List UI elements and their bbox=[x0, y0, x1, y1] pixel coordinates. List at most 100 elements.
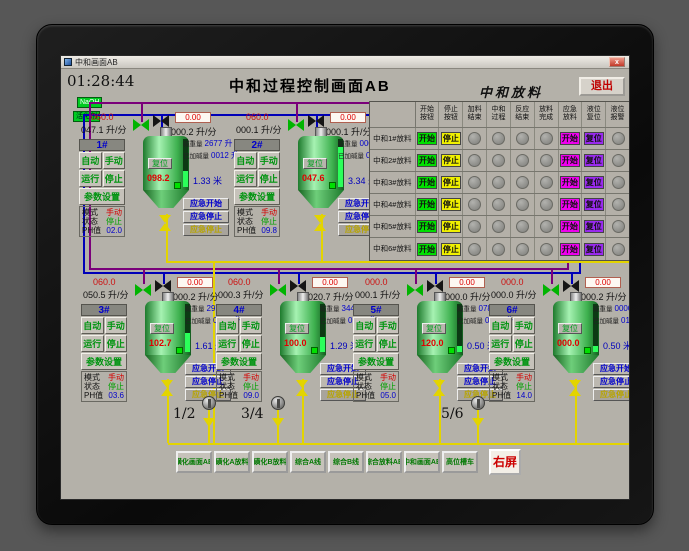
pipe-segment bbox=[629, 261, 630, 443]
params-button[interactable]: 参数设置 bbox=[234, 188, 280, 205]
manual-button[interactable]: 手动 bbox=[512, 317, 535, 334]
stop-button[interactable]: 停止 bbox=[440, 132, 461, 145]
manual-button[interactable]: 手动 bbox=[239, 317, 262, 334]
emergency-discharge-button[interactable]: 开始 bbox=[559, 132, 580, 145]
unit-id-label: 4# bbox=[216, 304, 262, 316]
unit-id-label: 6# bbox=[489, 304, 535, 316]
start-button[interactable]: 开始 bbox=[417, 176, 438, 189]
tank-reset-button[interactable]: 复位 bbox=[148, 158, 172, 169]
params-button[interactable]: 参数设置 bbox=[489, 353, 535, 370]
emergency-controls: 应急开始 应急停止 应急停止 bbox=[593, 363, 629, 402]
run-button[interactable]: 运行 bbox=[81, 335, 104, 352]
nav-button[interactable]: 磺化A放料 bbox=[214, 451, 250, 473]
close-icon[interactable]: x bbox=[609, 57, 625, 67]
feed-valve-icon bbox=[407, 284, 423, 296]
start-button[interactable]: 开始 bbox=[417, 198, 438, 211]
run-button[interactable]: 运行 bbox=[489, 335, 512, 352]
unit-status-box: 模式 手动 状态 停止 PH值 14.0 bbox=[489, 371, 535, 402]
table-column-header: 放料完成 bbox=[535, 102, 559, 127]
tank-reset-button[interactable]: 复位 bbox=[285, 323, 309, 334]
params-button[interactable]: 参数设置 bbox=[79, 188, 125, 205]
alkali-total-label: 碱重量 bbox=[183, 141, 203, 148]
stop-button[interactable]: 停止 bbox=[440, 198, 461, 211]
stop-button[interactable]: 停止 bbox=[104, 335, 127, 352]
emergency-controls: 应急开始 应急停止 应急停止 bbox=[183, 198, 229, 237]
unit-status-box: 模式 手动 状态 停止 PH值 09.8 bbox=[234, 206, 280, 237]
emergency-start-button[interactable]: 应急开始 bbox=[183, 198, 229, 210]
table-column-header: 应急放料 bbox=[559, 102, 583, 127]
manual-button[interactable]: 手动 bbox=[104, 317, 127, 334]
run-button[interactable]: 运行 bbox=[79, 170, 102, 187]
start-button[interactable]: 开始 bbox=[417, 132, 438, 145]
nav-button[interactable]: 磺化B放料 bbox=[252, 451, 288, 473]
level-reset-button[interactable]: 复位 bbox=[583, 132, 604, 145]
stop-button[interactable]: 停止 bbox=[440, 242, 461, 256]
emergency-discharge-button[interactable]: 开始 bbox=[559, 220, 580, 233]
auto-button[interactable]: 自动 bbox=[489, 317, 512, 334]
status-value: 停止 bbox=[108, 382, 124, 391]
feed-end-indicator bbox=[468, 198, 482, 211]
nav-button[interactable]: 综合B线 bbox=[328, 451, 364, 473]
table-column-header: 开始按钮 bbox=[416, 102, 440, 127]
alkali-total-value: 2677 升 bbox=[204, 139, 233, 148]
auto-button[interactable]: 自动 bbox=[81, 317, 104, 334]
tank-reset-button[interactable]: 复位 bbox=[150, 323, 174, 334]
reactor-unit: 060.0 050.5 升/分 0.00 000.2 升/分 3# 自动 手动 … bbox=[81, 277, 241, 411]
emergency-stop-button[interactable]: 应急停止 bbox=[593, 376, 629, 388]
run-button[interactable]: 运行 bbox=[234, 170, 257, 187]
reactor-unit: 060.0 047.1 升/分 0.00 000.2 升/分 1# 自动 手动 … bbox=[79, 112, 239, 246]
stop-button[interactable]: 停止 bbox=[440, 154, 461, 167]
stop-button[interactable]: 停止 bbox=[239, 335, 262, 352]
emergency-discharge-button[interactable]: 开始 bbox=[559, 176, 580, 189]
discharge-complete-indicator bbox=[539, 176, 553, 189]
feed-valve-icon bbox=[427, 280, 443, 292]
level-reset-button[interactable]: 复位 bbox=[583, 242, 604, 256]
start-button[interactable]: 开始 bbox=[417, 154, 438, 167]
tank-reset-button[interactable]: 复位 bbox=[558, 323, 582, 334]
right-screen-button[interactable]: 右屏 bbox=[489, 449, 521, 475]
params-button[interactable]: 参数设置 bbox=[81, 353, 127, 370]
emergency-stop-button-2[interactable]: 应急停止 bbox=[593, 389, 629, 401]
level-alarm-indicator bbox=[611, 198, 625, 211]
ph-value: 09.8 bbox=[261, 226, 277, 235]
auto-button[interactable]: 自动 bbox=[216, 317, 239, 334]
tank-reset-button[interactable]: 复位 bbox=[422, 323, 446, 334]
params-button[interactable]: 参数设置 bbox=[353, 353, 399, 370]
nav-button[interactable]: 综合A线 bbox=[290, 451, 326, 473]
emergency-stop-button-2[interactable]: 应急停止 bbox=[183, 224, 229, 236]
stop-button[interactable]: 停止 bbox=[512, 335, 535, 352]
nav-button[interactable]: 磺化画面AB bbox=[176, 451, 212, 473]
emergency-stop-button[interactable]: 应急停止 bbox=[183, 211, 229, 223]
level-reset-button[interactable]: 复位 bbox=[583, 198, 604, 211]
stop-button[interactable]: 停止 bbox=[440, 176, 461, 189]
start-button[interactable]: 开始 bbox=[417, 242, 438, 256]
manual-button[interactable]: 手动 bbox=[102, 152, 125, 169]
nav-button[interactable]: 中和画面AB bbox=[404, 451, 440, 473]
tank-reset-button[interactable]: 复位 bbox=[303, 158, 327, 169]
start-button[interactable]: 开始 bbox=[417, 220, 438, 233]
run-button[interactable]: 运行 bbox=[216, 335, 239, 352]
stop-button[interactable]: 停止 bbox=[376, 335, 399, 352]
level-reset-button[interactable]: 复位 bbox=[583, 176, 604, 189]
reactor-unit: 000.0 000.0 升/分 0.00 000.2 升/分 6# 自动 手动 … bbox=[489, 277, 629, 411]
nav-button[interactable]: 综合放料AB bbox=[366, 451, 402, 473]
level-reset-button[interactable]: 复位 bbox=[583, 220, 604, 233]
stop-button[interactable]: 停止 bbox=[102, 170, 125, 187]
stop-button[interactable]: 停止 bbox=[257, 170, 280, 187]
stop-button[interactable]: 停止 bbox=[440, 220, 461, 233]
params-button[interactable]: 参数设置 bbox=[216, 353, 262, 370]
emergency-discharge-button[interactable]: 开始 bbox=[559, 154, 580, 167]
emergency-discharge-button[interactable]: 开始 bbox=[559, 242, 580, 256]
unit-status-box: 模式 手动 状态 停止 PH值 03.6 bbox=[81, 371, 127, 402]
run-button[interactable]: 运行 bbox=[353, 335, 376, 352]
auto-button[interactable]: 自动 bbox=[79, 152, 102, 169]
nav-button[interactable]: 高位槽车 bbox=[442, 451, 478, 473]
auto-button[interactable]: 自动 bbox=[234, 152, 257, 169]
auto-button[interactable]: 自动 bbox=[353, 317, 376, 334]
emergency-discharge-button[interactable]: 开始 bbox=[559, 198, 580, 211]
manual-button[interactable]: 手动 bbox=[376, 317, 399, 334]
level-reset-button[interactable]: 复位 bbox=[583, 154, 604, 167]
emergency-start-button[interactable]: 应急开始 bbox=[593, 363, 629, 375]
mode-value: 手动 bbox=[261, 208, 277, 217]
manual-button[interactable]: 手动 bbox=[257, 152, 280, 169]
